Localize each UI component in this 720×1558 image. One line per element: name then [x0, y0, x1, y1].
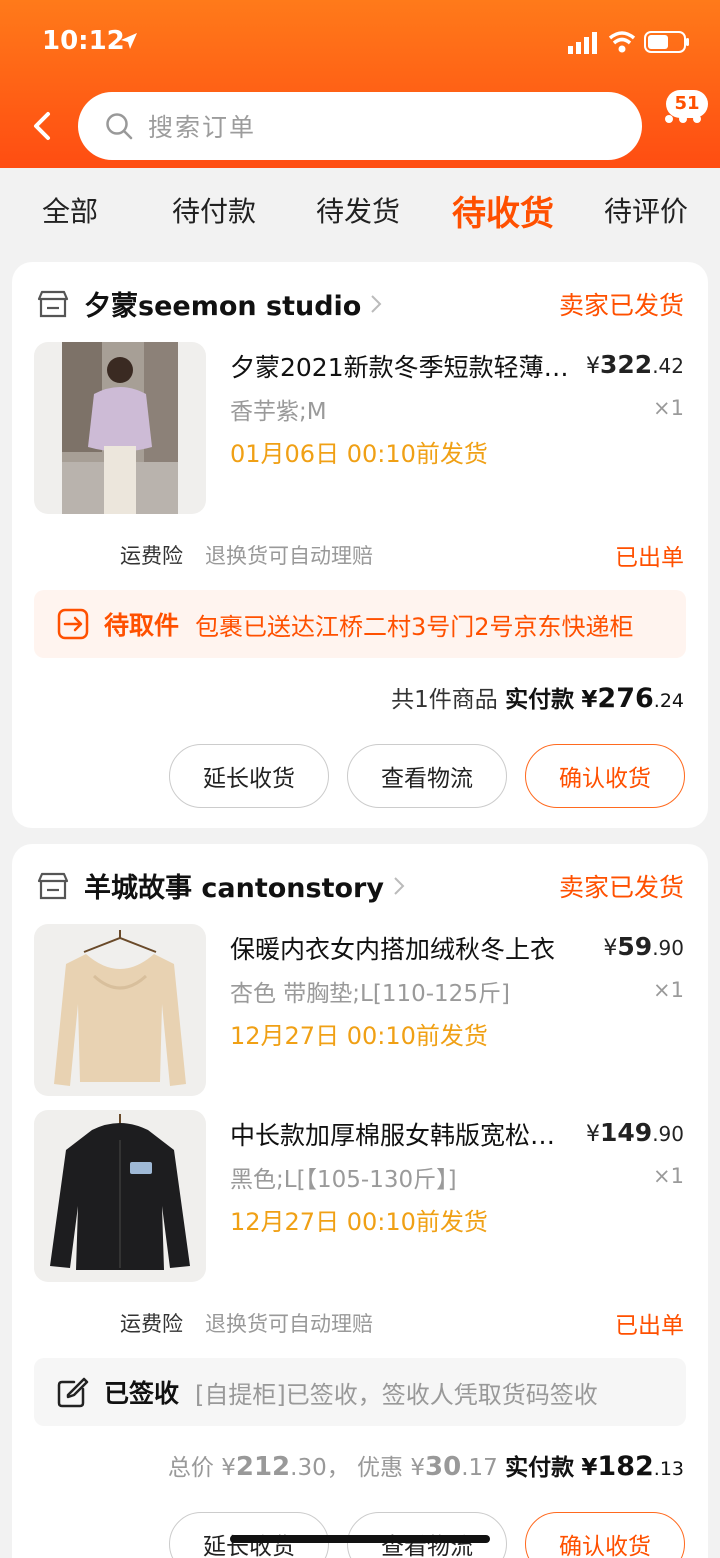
- tab-pending-review[interactable]: 待评价: [604, 190, 688, 230]
- insurance-status: 已出单: [615, 545, 684, 571]
- ship-deadline: 12月27日 00:10前发货: [230, 1208, 488, 1236]
- logistics-state: 待取件: [104, 611, 180, 640]
- message-count-badge: 51: [666, 90, 708, 118]
- shop-name: 夕蒙seemon studio: [84, 291, 362, 322]
- home-indicator[interactable]: [230, 1535, 490, 1543]
- product-price: ¥322.42: [586, 350, 684, 379]
- location-arrow-icon: [121, 33, 137, 49]
- chevron-right-icon: [371, 294, 382, 313]
- shop-name: 羊城故事 cantonstory: [84, 873, 384, 904]
- extend-receipt-button[interactable]: 延长收货: [169, 744, 329, 808]
- store-icon: [37, 290, 69, 317]
- order-total: 共1件商品 实付款 ¥276.24: [391, 683, 684, 714]
- order-item[interactable]: 中长款加厚棉服女韩版宽松外套 ¥149.90 黑色;L[【105-130斤】] …: [34, 1110, 684, 1282]
- product-image: [34, 342, 206, 514]
- order-status: 卖家已发货: [558, 873, 684, 902]
- product-spec: 香芋紫;M: [230, 399, 327, 425]
- confirm-receipt-button[interactable]: 确认收货: [525, 1512, 685, 1558]
- order-item[interactable]: 夕蒙2021新款冬季短款轻薄羽绒服 ¥322.42 香芋紫;M ×1 01月06…: [34, 342, 684, 514]
- order-status: 卖家已发货: [558, 291, 684, 320]
- product-title: 保暖内衣女内搭加绒秋冬上衣: [230, 935, 556, 964]
- search-input[interactable]: 搜索订单: [78, 92, 642, 160]
- confirm-receipt-button[interactable]: 确认收货: [525, 744, 685, 808]
- insurance-desc: 退换货可自动理赔: [205, 1312, 373, 1336]
- insurance-label: 运费险: [120, 544, 183, 568]
- search-icon: [106, 113, 133, 140]
- tab-pending-shipment[interactable]: 待发货: [316, 190, 400, 230]
- product-image: [34, 1110, 206, 1282]
- insurance-status: 已出单: [615, 1313, 684, 1339]
- pickup-icon: [57, 608, 89, 640]
- product-title: 夕蒙2021新款冬季短款轻薄羽绒服: [230, 353, 570, 382]
- battery-icon: [644, 31, 689, 53]
- ship-deadline: 12月27日 00:10前发货: [230, 1022, 488, 1050]
- tab-pending-payment[interactable]: 待付款: [172, 190, 256, 230]
- insurance-desc: 退换货可自动理赔: [205, 544, 373, 568]
- store-icon: [37, 872, 69, 899]
- chevron-right-icon: [394, 876, 405, 895]
- insurance-label: 运费险: [120, 1312, 183, 1336]
- product-quantity: ×1: [653, 978, 684, 1002]
- tab-all[interactable]: 全部: [42, 190, 98, 230]
- order-total: 总价 ¥212.30， 优惠 ¥30.17 实付款 ¥182.13: [167, 1451, 684, 1482]
- status-time: 10:12: [42, 26, 125, 56]
- ship-deadline: 01月06日 00:10前发货: [230, 440, 488, 468]
- shipping-insurance: 运费险 退换货可自动理赔: [120, 1308, 373, 1338]
- order-card: 羊城故事 cantonstory 卖家已发货 保暖内衣女内搭加绒秋冬上衣 ¥59…: [12, 844, 708, 1558]
- shipping-insurance: 运费险 退换货可自动理赔: [120, 540, 373, 570]
- product-spec: 黑色;L[【105-130斤】]: [230, 1167, 457, 1193]
- wifi-icon: [608, 31, 636, 53]
- shop-header[interactable]: 羊城故事 cantonstory: [36, 866, 406, 905]
- product-quantity: ×1: [653, 1164, 684, 1188]
- order-card: 夕蒙seemon studio 卖家已发货 夕蒙2021新款冬季短款轻薄羽绒服 …: [12, 262, 708, 828]
- logistics-state: 已签收: [104, 1379, 180, 1408]
- signed-icon: [57, 1377, 89, 1408]
- product-quantity: ×1: [653, 396, 684, 420]
- product-spec: 杏色 带胸垫;L[110-125斤]: [230, 981, 510, 1007]
- tab-pending-receipt[interactable]: 待收货: [452, 186, 554, 235]
- logistics-bar[interactable]: 已签收 [自提柜]已签收，签收人凭取货码签收: [34, 1358, 686, 1426]
- order-item[interactable]: 保暖内衣女内搭加绒秋冬上衣 ¥59.90 杏色 带胸垫;L[110-125斤] …: [34, 924, 684, 1096]
- back-arrow-icon[interactable]: [28, 108, 58, 144]
- logistics-text: 包裹已送达江桥二村3号门2号京东快递柜: [195, 612, 634, 641]
- product-title: 中长款加厚棉服女韩版宽松外套: [230, 1121, 570, 1150]
- app-header: 10:12 搜索订单 51: [0, 0, 720, 168]
- logistics-bar[interactable]: 待取件 包裹已送达江桥二村3号门2号京东快递柜: [34, 590, 686, 658]
- logistics-text: [自提柜]已签收，签收人凭取货码签收: [195, 1380, 598, 1409]
- product-price: ¥59.90: [603, 932, 684, 961]
- shop-header[interactable]: 夕蒙seemon studio: [36, 284, 383, 323]
- product-price: ¥149.90: [586, 1118, 684, 1147]
- view-logistics-button[interactable]: 查看物流: [347, 744, 507, 808]
- cellular-signal-icon: [568, 32, 597, 54]
- product-image: [34, 924, 206, 1096]
- search-placeholder: 搜索订单: [148, 113, 257, 142]
